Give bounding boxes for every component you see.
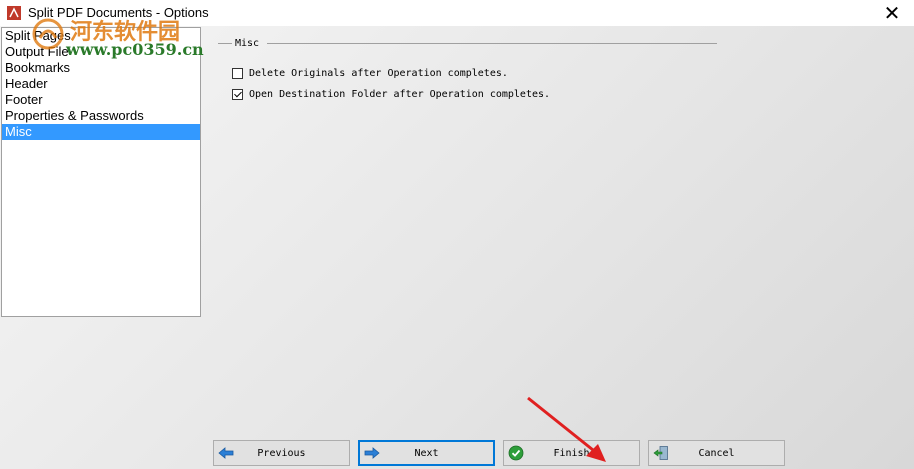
misc-group-label: Misc [235, 38, 260, 49]
arrow-right-icon [364, 447, 380, 459]
previous-button-label: Previous [257, 447, 306, 459]
nav-item-output-file[interactable]: Output File [2, 44, 200, 60]
pdf-app-icon [7, 6, 21, 20]
close-button[interactable]: ✕ [870, 0, 914, 26]
check-circle-icon [508, 445, 524, 461]
nav-item-header[interactable]: Header [2, 76, 200, 92]
close-icon: ✕ [883, 2, 901, 25]
misc-group-header: Misc [218, 38, 718, 49]
delete-originals-checkbox[interactable] [232, 68, 243, 79]
finish-button-label: Finish [553, 447, 590, 459]
misc-settings-panel: Misc Delete Originals after Operation co… [218, 28, 718, 100]
group-divider-right [267, 43, 718, 44]
exit-door-icon [653, 446, 668, 460]
nav-item-properties-passwords[interactable]: Properties & Passwords [2, 108, 200, 124]
cancel-button-label: Cancel [698, 447, 735, 459]
group-divider-left [218, 43, 232, 44]
open-destination-option[interactable]: Open Destination Folder after Operation … [232, 89, 550, 100]
nav-item-footer[interactable]: Footer [2, 92, 200, 108]
options-category-list[interactable]: Split Pages Output File Bookmarks Header… [1, 27, 201, 317]
delete-originals-label[interactable]: Delete Originals after Operation complet… [249, 68, 508, 79]
next-button-label: Next [414, 447, 439, 459]
delete-originals-option[interactable]: Delete Originals after Operation complet… [232, 68, 508, 79]
title-bar: Split PDF Documents - Options ✕ [0, 0, 914, 26]
arrow-left-icon [218, 447, 234, 459]
options-dialog: Split PDF Documents - Options ✕ Split Pa… [0, 0, 914, 469]
open-destination-checkbox[interactable] [232, 89, 243, 100]
next-button[interactable]: Next [358, 440, 495, 466]
open-destination-label[interactable]: Open Destination Folder after Operation … [249, 89, 550, 100]
window-title: Split PDF Documents - Options [28, 5, 209, 20]
nav-item-split-pages[interactable]: Split Pages [2, 28, 200, 44]
nav-item-bookmarks[interactable]: Bookmarks [2, 60, 200, 76]
cancel-button[interactable]: Cancel [648, 440, 785, 466]
previous-button[interactable]: Previous [213, 440, 350, 466]
finish-button[interactable]: Finish [503, 440, 640, 466]
nav-item-misc[interactable]: Misc [2, 124, 200, 140]
